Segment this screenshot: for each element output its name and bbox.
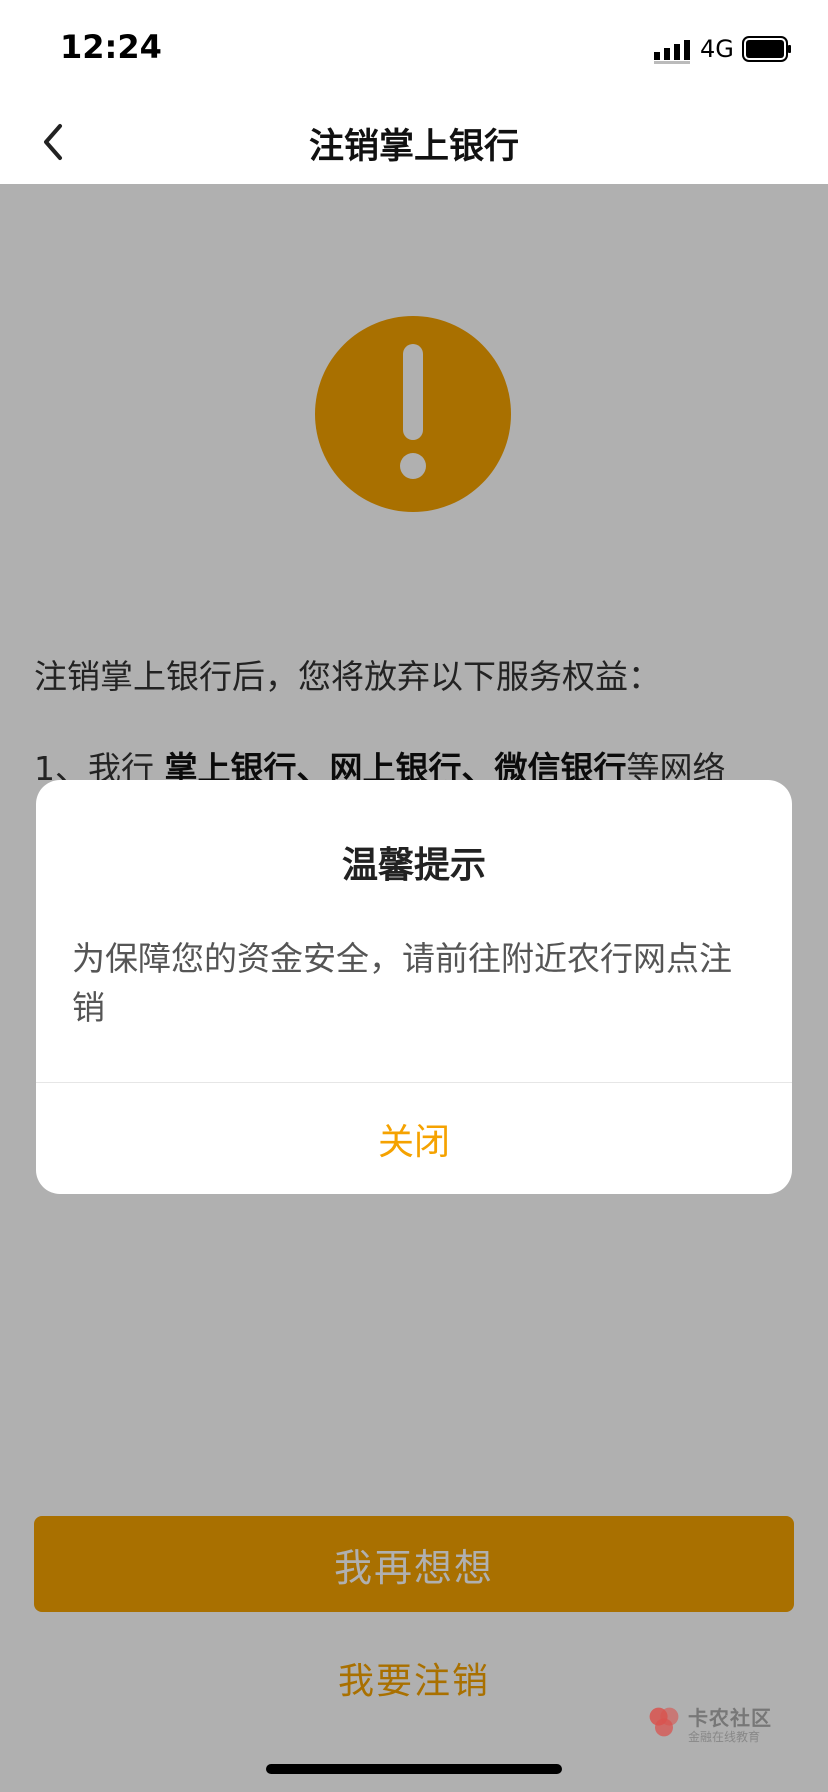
dialog-message: 为保障您的资金安全，请前往附近农行网点注销 [72,939,732,1027]
dialog-title: 温馨提示 [341,845,486,886]
watermark-main-text: 卡农社区 [688,1706,772,1730]
nav-bar: 注销掌上银行 [0,100,828,184]
page-title: 注销掌上银行 [308,127,519,167]
dialog-close-button[interactable]: 关闭 [36,1083,792,1194]
home-indicator[interactable] [266,1764,562,1774]
watermark-logo-icon [649,1707,679,1737]
status-time: 12:24 [60,28,162,66]
network-type: 4G [700,35,734,63]
signal-icon [654,40,690,64]
battery-icon [742,36,791,62]
alert-dialog: 温馨提示 为保障您的资金安全，请前往附近农行网点注销 关闭 [36,780,792,1194]
status-bar: 12:24 4G [0,0,828,100]
watermark-sub-text: 金融在线教育 [688,1730,761,1744]
watermark: 卡农社区 金融在线教育 [646,1700,776,1744]
